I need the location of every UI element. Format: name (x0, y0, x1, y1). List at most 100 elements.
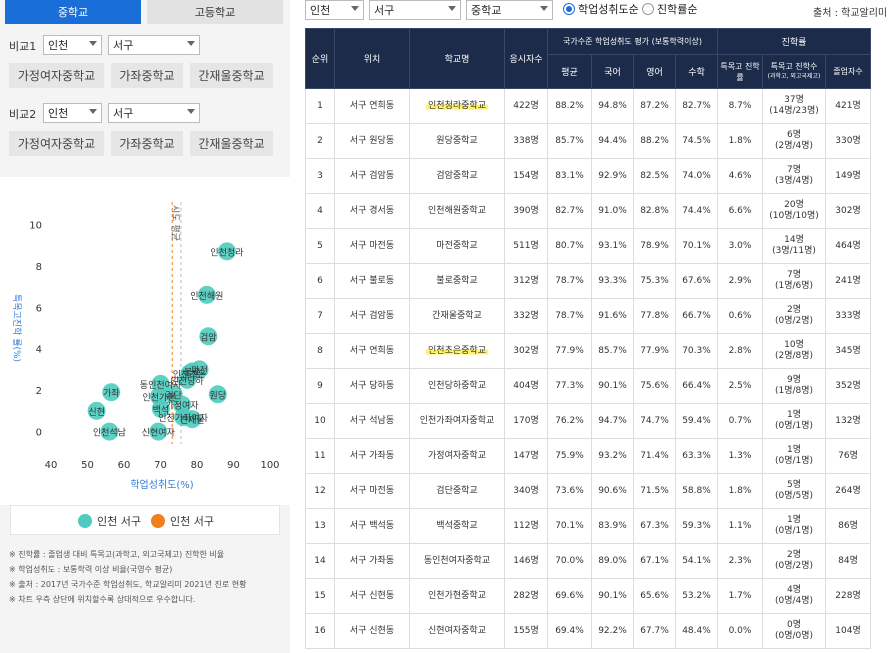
chevron-down-icon (540, 6, 548, 11)
sort-achievement-radio[interactable]: 학업성취도순 (563, 1, 639, 17)
tab-middle-school[interactable]: 중학교 (5, 0, 141, 24)
cell-special-count: 7명 (3명/4명) (762, 158, 826, 194)
cell-location: 서구 검암동 (334, 158, 410, 194)
cell-special-count: 20명 (10명/10명) (762, 193, 826, 229)
cell-school[interactable]: 인천초은중학교 (409, 333, 505, 369)
cell-school[interactable]: 간재울중학교 (409, 298, 505, 334)
cell-english: 75.3% (633, 263, 676, 299)
filter-level-select[interactable]: 중학교 (466, 0, 553, 20)
table-row[interactable]: 9 서구 당하동 인천당하중학교 404명 77.3% 90.1% 75.6% 66.4% 2.… (305, 368, 871, 404)
special-count-breakdown: (0명/1명) (774, 526, 814, 536)
compare1-chip-2[interactable]: 간재울중학교 (190, 63, 273, 88)
compare1-chip-1[interactable]: 가좌중학교 (111, 63, 183, 88)
point-label: 동인천여자 (140, 379, 182, 391)
cell-graduates: 264명 (825, 473, 871, 509)
legend-item-0[interactable]: 인천 서구 (78, 513, 141, 529)
compare2-chip-2[interactable]: 간재울중학교 (190, 131, 273, 156)
cell-special-rate: 0.0% (717, 613, 763, 649)
compare1-region-select[interactable]: 인천 (43, 35, 102, 55)
cell-school[interactable]: 불로중학교 (409, 263, 505, 299)
filter-district-select[interactable]: 서구 (369, 0, 461, 20)
cell-math: 54.1% (675, 543, 718, 579)
cell-korean: 91.0% (591, 193, 634, 229)
cell-applicants: 390명 (504, 193, 548, 229)
legend-swatch-0 (78, 514, 92, 528)
cell-special-count: 6명 (2명/4명) (762, 123, 826, 159)
cell-korean: 83.9% (591, 508, 634, 544)
cell-special-rate: 1.8% (717, 473, 763, 509)
table-row[interactable]: 4 서구 경서동 인천해원중학교 390명 82.7% 91.0% 82.8% 74.4% 6.… (305, 193, 871, 229)
y-axis-label: 특목고진학 률(%) (11, 294, 22, 362)
cell-english: 65.6% (633, 578, 676, 614)
cell-special-count: 14명 (3명/11명) (762, 228, 826, 264)
filter-region-select[interactable]: 인천 (305, 0, 364, 20)
cell-school[interactable]: 인천가현중학교 (409, 578, 505, 614)
cell-school[interactable]: 인천당하중학교 (409, 368, 505, 404)
cell-special-count: 1명 (0명/1명) (762, 403, 826, 439)
cell-graduates: 421명 (825, 88, 871, 124)
cell-math: 70.3% (675, 333, 718, 369)
table-row[interactable]: 6 서구 불로동 불로중학교 312명 78.7% 93.3% 75.3% 67.6% 2.9%… (305, 263, 871, 299)
special-count-total: 7명 (786, 165, 801, 175)
cell-school[interactable]: 검단중학교 (409, 473, 505, 509)
table-row[interactable]: 1 서구 연희동 인천청라중학교 422명 88.2% 94.8% 87.2% 82.7% 8.… (305, 88, 871, 124)
table-row[interactable]: 5 서구 마전동 마전중학교 511명 80.7% 93.1% 78.9% 70.1% 3.0%… (305, 228, 871, 264)
special-count-breakdown: (3명/4명) (774, 176, 814, 186)
special-count-breakdown: (0명/2명) (774, 316, 814, 326)
note-line: ※ 출처 : 2017년 국가수준 학업성취도, 학교알리미 2021년 진로 … (9, 580, 247, 589)
table-row[interactable]: 7 서구 검암동 간재울중학교 332명 78.7% 91.6% 77.8% 66.7% 0.6… (305, 298, 871, 334)
chevron-down-icon (351, 6, 359, 11)
cell-special-count: 1명 (0명/1명) (762, 508, 826, 544)
table-row[interactable]: 11 서구 가좌동 가정여자중학교 147명 75.9% 93.2% 71.4% 63.3% 1… (305, 438, 871, 474)
table-row[interactable]: 12 서구 마전동 검단중학교 340명 73.6% 90.6% 71.5% 58.8% 1.8… (305, 473, 871, 509)
compare2-label: 비교2 (9, 108, 37, 121)
note-line: ※ 학업성취도 : 보통학력 이상 비율(국영수 평균) (9, 565, 173, 574)
cell-school[interactable]: 인천청라중학교 (409, 88, 505, 124)
cell-school[interactable]: 검암중학교 (409, 158, 505, 194)
table-row[interactable]: 15 서구 신현동 인천가현중학교 282명 69.6% 90.1% 65.6% 53.2% 1… (305, 578, 871, 614)
cell-special-rate: 4.6% (717, 158, 763, 194)
special-count-breakdown: (1명/8명) (774, 386, 814, 396)
cell-school[interactable]: 신현여자중학교 (409, 613, 505, 649)
x-tick-label: 40 (45, 460, 58, 471)
cell-school[interactable]: 인천가좌여자중학교 (409, 403, 505, 439)
compare2-chip-0[interactable]: 가정여자중학교 (9, 131, 104, 156)
cell-applicants: 282명 (504, 578, 548, 614)
legend-item-1[interactable]: 인천 서구 (151, 513, 214, 529)
table-row[interactable]: 13 서구 백석동 백석중학교 112명 70.1% 83.9% 67.3% 59.3% 1.1… (305, 508, 871, 544)
cell-school[interactable]: 인천해원중학교 (409, 193, 505, 229)
th-special-rate: 특목고 진학률 (717, 54, 763, 89)
highlighted-school-name: 인천청라중학교 (426, 100, 488, 111)
special-count-breakdown: (0명/1명) (774, 456, 814, 466)
table-row[interactable]: 14 서구 가좌동 동인천여자중학교 146명 70.0% 89.0% 67.1% 54.1%… (305, 543, 871, 579)
cell-korean: 94.4% (591, 123, 634, 159)
cell-school[interactable]: 동인천여자중학교 (409, 543, 505, 579)
cell-rank: 11 (305, 438, 335, 474)
cell-applicants: 146명 (504, 543, 548, 579)
compare2-district-select[interactable]: 서구 (108, 103, 200, 123)
cell-school[interactable]: 가정여자중학교 (409, 438, 505, 474)
cell-applicants: 338명 (504, 123, 548, 159)
table-row[interactable]: 10 서구 석남동 인천가좌여자중학교 170명 76.2% 94.7% 74.7% 59.4… (305, 403, 871, 439)
cell-school[interactable]: 백석중학교 (409, 508, 505, 544)
compare1-label: 비교1 (9, 40, 37, 53)
compare1-district-select[interactable]: 서구 (108, 35, 200, 55)
sort-admission-radio[interactable]: 진학률순 (642, 1, 697, 17)
cell-math: 67.6% (675, 263, 718, 299)
table-row[interactable]: 3 서구 검암동 검암중학교 154명 83.1% 92.9% 82.5% 74.0% 4.6%… (305, 158, 871, 194)
th-special-count-sub: (과학고, 외고국제고) (767, 72, 821, 80)
compare1-chip-0[interactable]: 가정여자중학교 (9, 63, 104, 88)
legend-label-0: 인천 서구 (97, 515, 141, 528)
cell-applicants: 155명 (504, 613, 548, 649)
table-row[interactable]: 2 서구 원당동 원당중학교 338명 85.7% 94.4% 88.2% 74.5% 1.8%… (305, 123, 871, 159)
th-math: 수학 (675, 54, 718, 89)
table-row[interactable]: 16 서구 신현동 신현여자중학교 155명 69.4% 92.2% 67.7% 48.4% 0… (305, 613, 871, 649)
cell-school[interactable]: 원당중학교 (409, 123, 505, 159)
table-row[interactable]: 8 서구 연희동 인천초은중학교 302명 77.9% 85.7% 77.9% 70.3% 2.… (305, 333, 871, 369)
special-count-total: 0명 (786, 620, 801, 630)
cell-school[interactable]: 마전중학교 (409, 228, 505, 264)
compare2-chip-1[interactable]: 가좌중학교 (111, 131, 183, 156)
cell-average: 69.4% (547, 613, 592, 649)
tab-high-school[interactable]: 고등학교 (147, 0, 283, 24)
compare2-region-select[interactable]: 인천 (43, 103, 102, 123)
